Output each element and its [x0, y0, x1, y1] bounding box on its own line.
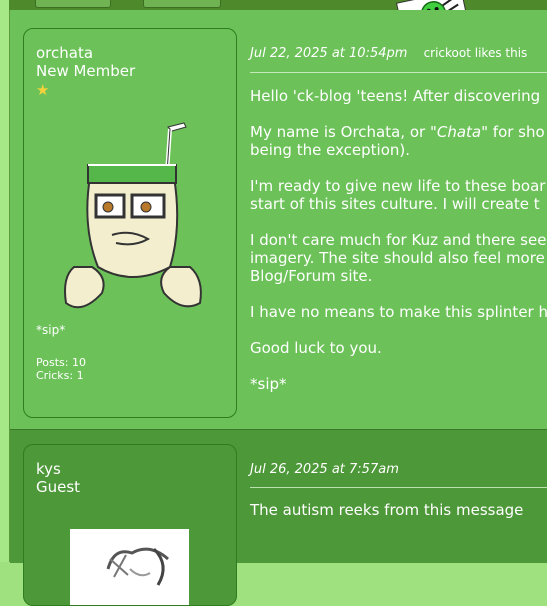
author-name[interactable]: kys — [36, 460, 61, 478]
post-paragraph: I have no means to make this splinter h — [250, 303, 547, 321]
author-name[interactable]: orchata — [36, 44, 93, 62]
post-paragraph: *sip* — [250, 375, 287, 393]
divider — [250, 487, 547, 488]
post-paragraph: Hello 'ck-blog 'teens! After discovering — [250, 87, 541, 105]
avatar — [64, 122, 202, 309]
author-signature: *sip* — [36, 323, 66, 337]
toolbar-button-right[interactable] — [143, 0, 221, 8]
post-body: Hello 'ck-blog 'teens! After discovering… — [250, 87, 547, 411]
author-profile-card: orchata New Member ★ *sip* Posts: 10 Cri… — [23, 28, 237, 418]
author-role: New Member — [36, 62, 136, 80]
post-date[interactable]: Jul 22, 2025 at 10:54pm — [250, 46, 407, 61]
left-strip — [0, 0, 10, 562]
author-role: Guest — [36, 478, 81, 496]
post-date[interactable]: Jul 26, 2025 at 7:57am — [250, 462, 399, 477]
avatar — [70, 529, 189, 605]
forum-post: orchata New Member ★ *sip* Posts: 10 Cri… — [10, 10, 547, 429]
author-post-count: Posts: 10 — [36, 356, 86, 369]
post-paragraph: Good luck to you. — [250, 339, 382, 357]
post-paragraph: I'm ready to give new life to these boar… — [250, 177, 546, 213]
post-meta: Jul 22, 2025 at 10:54pm crickoot likes t… — [250, 46, 527, 61]
post-body: The autism reeks from this message — [250, 501, 523, 537]
author-crick-count: Cricks: 1 — [36, 369, 84, 382]
post-paragraph: The autism reeks from this message — [250, 501, 524, 519]
divider — [250, 72, 547, 73]
author-stats: Posts: 10 Cricks: 1 — [36, 356, 86, 382]
star-icon: ★ — [36, 81, 50, 99]
post-likes[interactable]: crickoot likes this — [424, 46, 528, 60]
post-paragraph: I don't care much for Kuz and there see i… — [250, 231, 547, 285]
forum-post: kys Guest Jul 26, 2025 at 7:57am The aut… — [10, 429, 547, 606]
author-profile-card: kys Guest — [23, 444, 237, 606]
post-meta: Jul 26, 2025 at 7:57am — [250, 462, 399, 477]
toolbar-button-left[interactable] — [35, 0, 111, 8]
post-paragraph: My name is Orchata, or "Chata" for sho be… — [250, 123, 545, 159]
